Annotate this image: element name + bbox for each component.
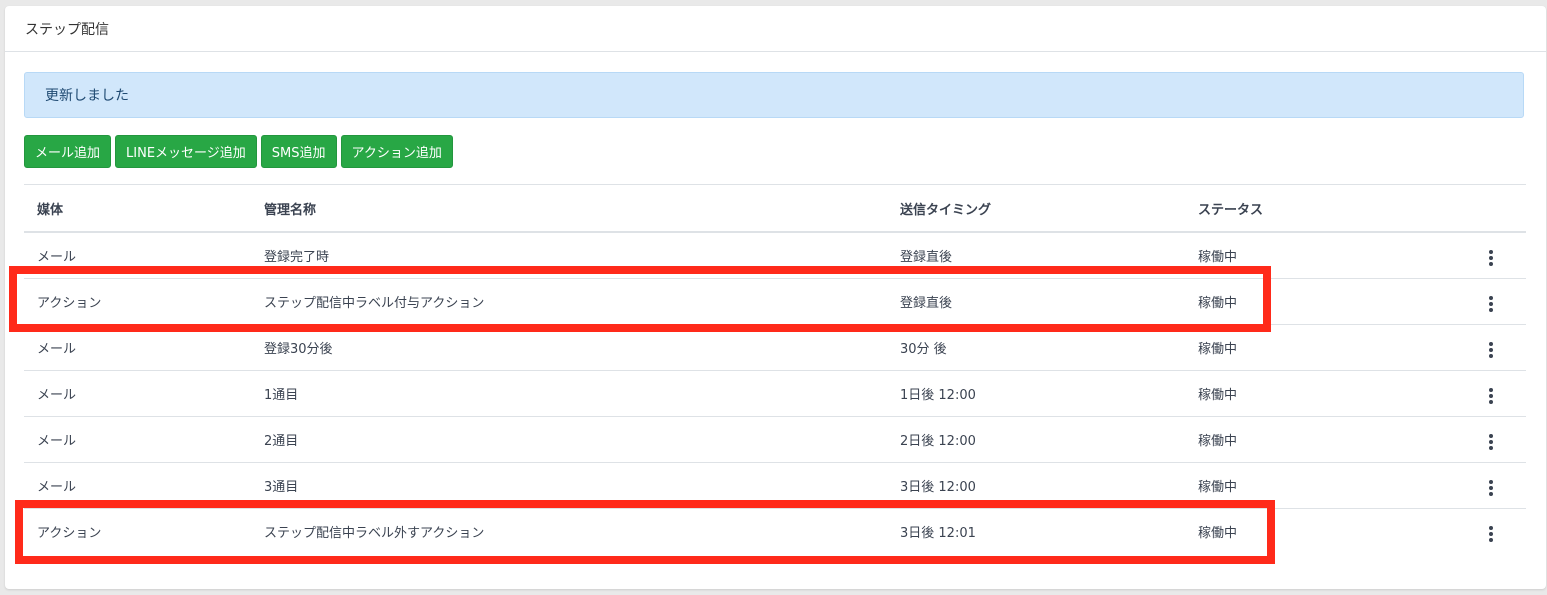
table-row[interactable]: メール 2通目 2日後 12:00 稼働中	[24, 416, 1526, 463]
cell-status: 稼働中	[1185, 370, 1455, 417]
table-row[interactable]: メール 登録完了時 登録直後 稼働中	[24, 232, 1526, 279]
cell-timing: 3日後 12:00	[887, 462, 1185, 509]
header-name: 管理名称	[251, 184, 887, 233]
header-menu	[1455, 184, 1526, 233]
cell-media: メール	[24, 416, 251, 463]
cell-timing: 1日後 12:00	[887, 370, 1185, 417]
cell-name: 1通目	[251, 370, 887, 417]
cell-timing: 登録直後	[887, 232, 1185, 279]
cell-name: 登録30分後	[251, 324, 887, 371]
cell-media: メール	[24, 370, 251, 417]
cell-media: メール	[24, 232, 251, 279]
cell-media: メール	[24, 324, 251, 371]
kebab-menu-icon[interactable]	[1483, 340, 1499, 360]
add-mail-button[interactable]: メール追加	[24, 135, 112, 168]
table-header-row: 媒体 管理名称 送信タイミング ステータス	[24, 184, 1526, 233]
kebab-menu-icon[interactable]	[1483, 294, 1499, 314]
kebab-menu-icon[interactable]	[1483, 478, 1499, 498]
table-row[interactable]: メール 登録30分後 30分 後 稼働中	[24, 324, 1526, 371]
cell-menu	[1455, 370, 1526, 417]
cell-menu	[1455, 462, 1526, 509]
card-header: ステップ配信	[5, 6, 1546, 52]
cell-timing: 30分 後	[887, 324, 1185, 371]
table-row[interactable]: メール 3通目 3日後 12:00 稼働中	[24, 462, 1526, 509]
add-button-group: メール追加 LINEメッセージ追加 SMS追加 アクション追加	[24, 135, 453, 168]
header-timing: 送信タイミング	[887, 184, 1185, 233]
cell-timing: 2日後 12:00	[887, 416, 1185, 463]
step-delivery-card: ステップ配信 更新しました メール追加 LINEメッセージ追加 SMS追加 アク…	[5, 6, 1546, 589]
kebab-menu-icon[interactable]	[1483, 432, 1499, 452]
card-title: ステップ配信	[25, 21, 109, 38]
table-row[interactable]: アクション ステップ配信中ラベル外すアクション 3日後 12:01 稼働中	[24, 509, 1526, 555]
cell-timing: 3日後 12:01	[900, 526, 976, 541]
cell-status: 稼働中	[1185, 324, 1455, 371]
cell-status: 稼働中	[1185, 232, 1455, 279]
step-table: 媒体 管理名称 送信タイミング ステータス メール 登録完了時 登録直後 稼働中	[24, 184, 1526, 554]
cell-menu	[1455, 416, 1526, 463]
cell-status: 稼働中	[1185, 416, 1455, 463]
cell-name: ステップ配信中ラベル外すアクション	[264, 526, 485, 541]
alert-message: 更新しました	[45, 88, 129, 104]
add-sms-button[interactable]: SMS追加	[260, 135, 337, 168]
table-row[interactable]: アクション ステップ配信中ラベル付与アクション 登録直後 稼働中	[24, 278, 1526, 325]
cell-menu	[1455, 278, 1526, 325]
cell-status: 稼働中	[1185, 462, 1455, 509]
add-line-message-button[interactable]: LINEメッセージ追加	[115, 135, 257, 168]
cell-timing: 登録直後	[887, 278, 1185, 325]
table-row[interactable]: メール 1通目 1日後 12:00 稼働中	[24, 370, 1526, 417]
header-status: ステータス	[1185, 184, 1455, 233]
cell-menu	[1455, 324, 1526, 371]
cell-name: ステップ配信中ラベル付与アクション	[251, 278, 887, 325]
step-table-wrapper: 媒体 管理名称 送信タイミング ステータス メール 登録完了時 登録直後 稼働中	[24, 184, 1526, 554]
cell-media: アクション	[37, 526, 102, 541]
kebab-menu-icon[interactable]	[1483, 386, 1499, 406]
cell-name: 登録完了時	[251, 232, 887, 279]
cell-name: 2通目	[251, 416, 887, 463]
header-media: 媒体	[24, 184, 251, 233]
add-action-button[interactable]: アクション追加	[340, 135, 453, 168]
kebab-menu-icon[interactable]	[1483, 248, 1499, 268]
kebab-menu-icon[interactable]	[1483, 524, 1499, 544]
cell-status: 稼働中	[1185, 278, 1455, 325]
cell-media: メール	[24, 462, 251, 509]
cell-name: 3通目	[251, 462, 887, 509]
cell-menu	[1455, 509, 1526, 555]
cell-media: アクション	[24, 278, 251, 325]
cell-status: 稼働中	[1198, 526, 1238, 541]
cell-menu	[1455, 232, 1526, 279]
update-alert: 更新しました	[24, 72, 1524, 118]
